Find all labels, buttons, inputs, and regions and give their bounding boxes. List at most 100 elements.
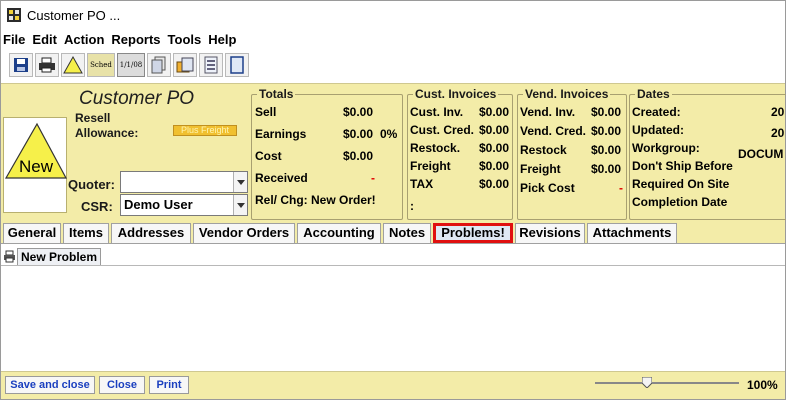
menu-action[interactable]: Action <box>64 32 104 47</box>
cost-value: $0.00 <box>343 149 374 163</box>
schedule-button[interactable]: Sched <box>87 53 115 77</box>
updated-value: 20 <box>771 126 785 140</box>
cust-cred-value: $0.00 <box>479 123 510 137</box>
chevron-down-icon[interactable] <box>233 172 247 192</box>
sell-value: $0.00 <box>343 105 374 119</box>
status-badge-label: New <box>19 157 54 176</box>
tab-accounting[interactable]: Accounting <box>297 223 381 243</box>
vend-freight-label: Freight <box>520 162 561 176</box>
customer-po-window: Customer PO ... File Edit Action Reports… <box>0 0 786 400</box>
earnings-pct: 0% <box>380 127 398 141</box>
folders-button[interactable] <box>173 53 197 77</box>
save-button[interactable] <box>9 53 33 77</box>
vend-inv-label: Vend. Inv. <box>520 105 576 119</box>
warning-button[interactable] <box>61 53 85 77</box>
earnings-value: $0.00 <box>343 127 374 141</box>
received-value: - <box>371 171 375 185</box>
quoter-label: Quoter: <box>68 177 115 192</box>
created-value: 20 <box>771 105 785 119</box>
tab-general[interactable]: General <box>3 223 61 243</box>
documents-button[interactable] <box>147 53 171 77</box>
page-title: Customer PO <box>79 88 195 109</box>
po-header-panel: New Customer PO Resell Allowance: Plus F… <box>1 83 786 223</box>
new-problem-button[interactable]: New Problem <box>17 247 102 266</box>
date-button[interactable]: 1/1/08 <box>117 53 145 77</box>
totals-title: Totals <box>257 87 296 101</box>
tab-attachments[interactable]: Attachments <box>587 223 677 243</box>
tab-addresses[interactable]: Addresses <box>111 223 191 243</box>
workgroup-value: DOCUM <box>738 147 784 161</box>
dates-group: Dates Created: 20 Updated: 20 Workgroup:… <box>629 87 786 220</box>
allowance-value: Plus Freight <box>173 125 237 136</box>
print-button[interactable] <box>35 53 59 77</box>
close-button[interactable]: Close <box>99 376 145 394</box>
vend-invoices-title: Vend. Invoices <box>523 87 611 101</box>
tab-strip: General Items Addresses Vendor Orders Ac… <box>1 223 785 243</box>
resell-label: Resell <box>75 111 111 125</box>
menu-bar: File Edit Action Reports Tools Help <box>1 29 785 49</box>
cust-invoices-title: Cust. Invoices <box>413 87 499 101</box>
cust-inv-value: $0.00 <box>479 105 510 119</box>
app-icon <box>7 8 21 22</box>
date-icon: 1/1/08 <box>119 61 143 69</box>
warning-icon <box>63 56 83 74</box>
cust-restock-value: $0.00 <box>479 141 510 155</box>
quoter-select[interactable] <box>120 171 248 193</box>
csr-select[interactable]: Demo User <box>120 194 248 216</box>
menu-tools[interactable]: Tools <box>168 32 202 47</box>
tab-notes[interactable]: Notes <box>383 223 431 243</box>
schedule-icon: Sched <box>90 61 112 69</box>
cust-invoices-footer: : <box>410 199 414 213</box>
workgroup-label: Workgroup: <box>632 141 700 155</box>
allowance-label: Allowance: <box>75 126 139 140</box>
received-label: Received <box>255 171 308 185</box>
title-bar: Customer PO ... <box>1 1 785 29</box>
print-icon[interactable] <box>3 250 16 263</box>
tab-revisions[interactable]: Revisions <box>515 223 585 243</box>
menu-edit[interactable]: Edit <box>32 32 57 47</box>
vend-restock-value: $0.00 <box>591 143 622 157</box>
tax-label: TAX <box>410 177 434 191</box>
tab-vendor-orders[interactable]: Vendor Orders <box>193 223 295 243</box>
chevron-down-icon[interactable] <box>233 195 247 215</box>
menu-file[interactable]: File <box>3 32 25 47</box>
required-on-site-label: Required On Site <box>632 177 730 191</box>
documents-icon <box>151 56 166 74</box>
save-icon <box>14 58 28 72</box>
menu-help[interactable]: Help <box>208 32 236 47</box>
save-and-close-button[interactable]: Save and close <box>5 376 95 394</box>
problems-panel: New Problem <box>1 243 785 371</box>
zoom-label: 100% <box>747 378 778 392</box>
totals-group: Totals Sell $0.00 Earnings $0.00 0% Cost… <box>251 87 403 220</box>
panel-divider <box>1 265 785 266</box>
cust-restock-label: Restock. <box>410 141 461 155</box>
page-icon <box>230 56 244 74</box>
vend-invoices-group: Vend. Invoices Vend. Inv. $0.00 Vend. Cr… <box>517 87 627 220</box>
bottom-bar: Save and close Close Print 100% <box>1 371 785 399</box>
status-badge: New <box>3 117 68 213</box>
vend-restock-label: Restock <box>520 143 567 157</box>
vend-inv-value: $0.00 <box>591 105 622 119</box>
tab-items[interactable]: Items <box>63 223 109 243</box>
pick-cost-value: - <box>619 181 623 195</box>
menu-reports[interactable]: Reports <box>111 32 160 47</box>
zoom-slider-thumb[interactable] <box>642 377 652 388</box>
csr-value: Demo User <box>124 197 193 212</box>
page-button[interactable] <box>225 53 249 77</box>
created-label: Created: <box>632 105 681 119</box>
dont-ship-before-label: Don't Ship Before <box>632 159 733 173</box>
cust-freight-label: Freight <box>410 159 451 173</box>
tab-problems[interactable]: Problems! <box>433 223 513 243</box>
pick-cost-label: Pick Cost <box>520 181 575 195</box>
zoom-slider[interactable] <box>595 377 739 388</box>
warning-triangle-icon: New <box>4 122 68 179</box>
window-title: Customer PO ... <box>27 7 121 23</box>
list-icon <box>204 56 218 74</box>
cust-cred-label: Cust. Cred. <box>410 123 475 137</box>
print-button-bottom[interactable]: Print <box>149 376 189 394</box>
earnings-label: Earnings <box>255 127 307 141</box>
list-button[interactable] <box>199 53 223 77</box>
dates-title: Dates <box>635 87 672 101</box>
sell-label: Sell <box>255 105 277 119</box>
tax-value: $0.00 <box>479 177 510 191</box>
